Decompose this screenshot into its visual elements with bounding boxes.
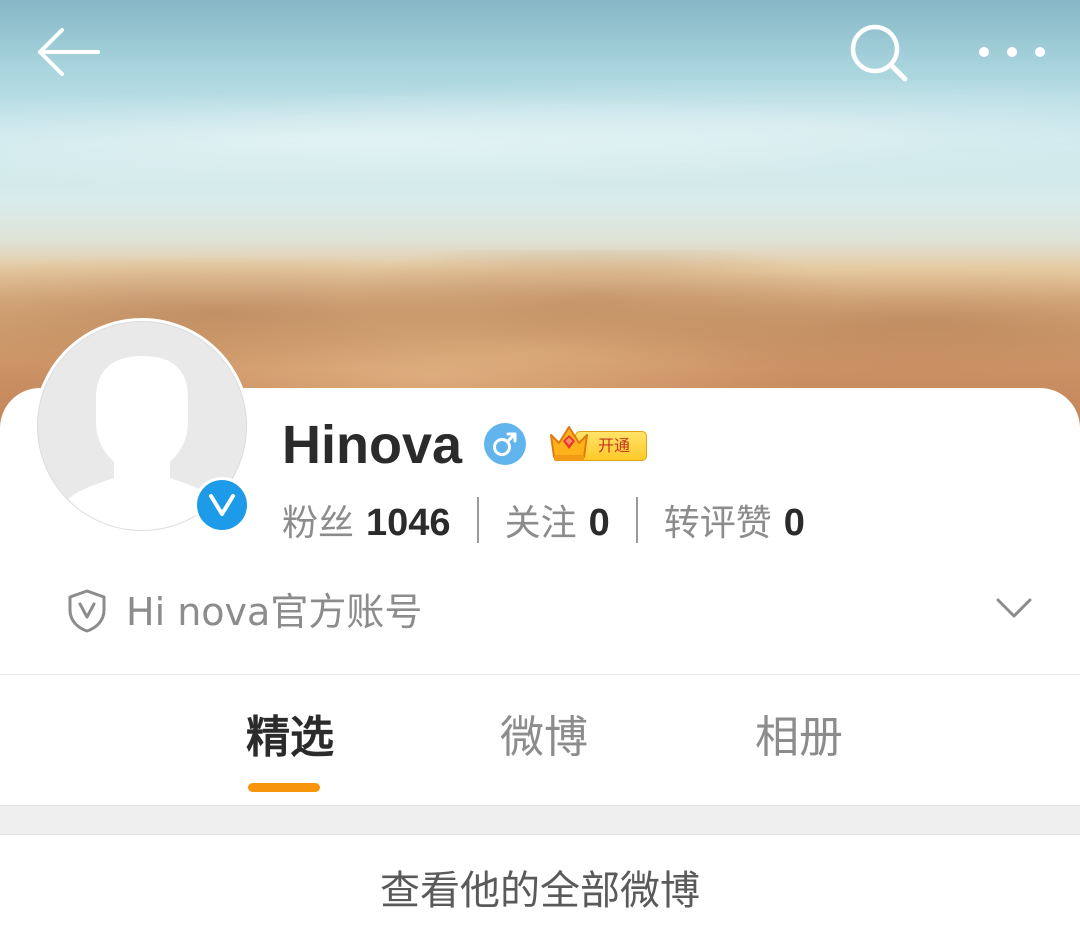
crown-icon: [550, 426, 588, 461]
stat-followers[interactable]: 粉丝 1046: [282, 494, 451, 546]
stat-following[interactable]: 关注 0: [505, 494, 610, 546]
tab-featured[interactable]: 精选: [210, 705, 370, 771]
more-button[interactable]: [970, 30, 1054, 74]
back-button[interactable]: [32, 22, 108, 82]
tab-album[interactable]: 相册: [719, 705, 879, 771]
profile-tabs: 精选 微博 相册: [0, 675, 1080, 805]
profile-page: Hinova 开通 粉丝 1046 关注 0 转评赞 0 Hi nova官方账号…: [0, 0, 1080, 938]
vip-open-badge[interactable]: 开通: [547, 421, 651, 465]
search-icon: [850, 24, 908, 82]
stat-followers-value: 1046: [366, 502, 451, 544]
verified-badge: [194, 477, 250, 533]
official-description: Hi nova官方账号: [126, 590, 423, 634]
stat-following-value: 0: [588, 502, 610, 544]
active-tab-indicator: [248, 783, 320, 792]
stat-reposts-likes-value: 0: [783, 502, 805, 544]
verified-v-icon: [197, 480, 247, 530]
tab-weibo[interactable]: 微博: [464, 705, 624, 771]
shield-v-icon: [68, 589, 106, 633]
stat-followers-label: 粉丝: [282, 503, 355, 544]
stat-following-label: 关注: [504, 503, 577, 544]
male-icon: [484, 423, 526, 465]
more-dots-icon: [979, 47, 1045, 57]
stat-reposts-likes-label: 转评赞: [663, 503, 772, 544]
section-gap: [0, 805, 1080, 835]
stat-divider: [635, 497, 638, 543]
back-arrow-icon: [38, 28, 100, 76]
stats-row: 粉丝 1046 关注 0 转评赞 0: [282, 492, 805, 548]
search-button[interactable]: [846, 20, 912, 86]
official-info-row[interactable]: Hi nova官方账号: [0, 578, 1080, 646]
stat-divider: [476, 497, 479, 543]
cover-sea: [0, 80, 1080, 200]
stat-reposts-likes[interactable]: 转评赞 0: [664, 494, 805, 546]
profile-name: Hinova: [282, 415, 463, 475]
chevron-down-icon[interactable]: [994, 594, 1034, 622]
view-all-weibo-button[interactable]: 查看他的全部微博: [0, 835, 1080, 938]
